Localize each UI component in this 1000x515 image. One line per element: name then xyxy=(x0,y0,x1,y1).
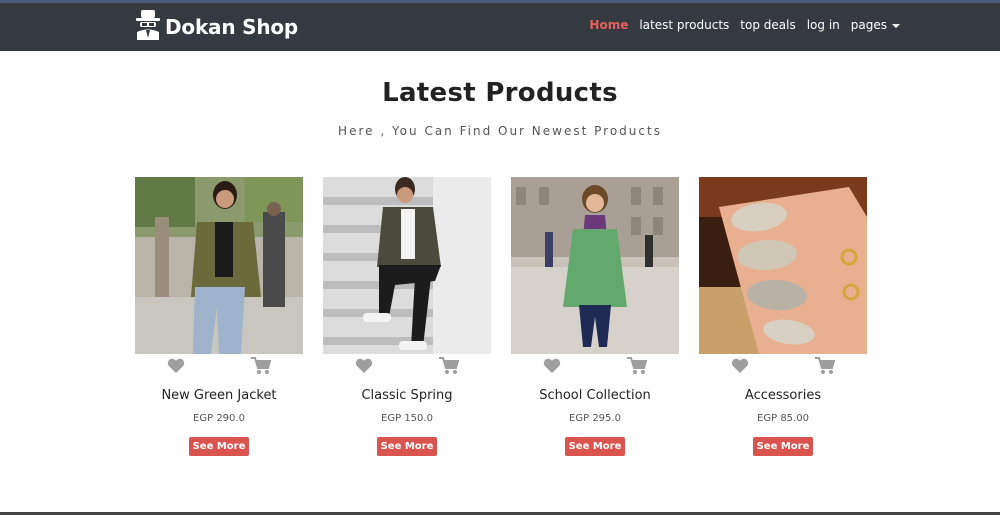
brand-title: Dokan Shop xyxy=(165,15,299,39)
product-card: New Green Jacket EGP 290.0 See More xyxy=(135,177,303,456)
nav-pages-dropdown[interactable]: pages xyxy=(851,18,900,32)
see-more-button[interactable]: See More xyxy=(752,437,814,456)
product-name: Classic Spring xyxy=(361,388,453,403)
card-actions xyxy=(135,354,303,380)
page-title: Latest Products xyxy=(382,78,618,108)
product-card: Classic Spring EGP 150.0 See More xyxy=(323,177,491,456)
nav-top-deals[interactable]: top deals xyxy=(740,18,795,32)
product-price: EGP 85.00 xyxy=(757,413,809,424)
card-actions xyxy=(511,354,679,380)
product-image-nails-rings[interactable] xyxy=(699,177,867,354)
see-more-button[interactable]: See More xyxy=(376,437,438,456)
cart-icon[interactable] xyxy=(251,357,272,379)
product-image-woman-green-jacket[interactable] xyxy=(135,177,303,354)
product-card: Accessories EGP 85.00 See More xyxy=(699,177,867,456)
caret-down-icon xyxy=(892,23,900,28)
product-price: EGP 290.0 xyxy=(193,413,245,424)
heart-icon[interactable] xyxy=(355,358,373,378)
product-card: School Collection EGP 295.0 See More xyxy=(511,177,679,456)
heart-icon[interactable] xyxy=(731,358,749,378)
nav-home[interactable]: Home xyxy=(589,18,628,32)
spy-hat-icon xyxy=(135,10,161,44)
product-image-man-camo-jacket[interactable] xyxy=(323,177,491,354)
product-name: School Collection xyxy=(539,388,651,403)
brand-link[interactable]: Dokan Shop xyxy=(135,9,298,45)
cart-icon[interactable] xyxy=(439,357,460,379)
product-name: New Green Jacket xyxy=(161,388,277,403)
see-more-button[interactable]: See More xyxy=(188,437,250,456)
cart-icon[interactable] xyxy=(815,357,836,379)
cart-icon[interactable] xyxy=(627,357,648,379)
card-actions xyxy=(323,354,491,380)
nav-latest-products[interactable]: latest products xyxy=(639,18,729,32)
product-image-girl-green-coat[interactable] xyxy=(511,177,679,354)
product-price: EGP 295.0 xyxy=(569,413,621,424)
nav-links: Home latest products top deals log in pa… xyxy=(589,18,900,32)
heart-icon[interactable] xyxy=(543,358,561,378)
nav-log-in[interactable]: log in xyxy=(807,18,840,32)
see-more-button[interactable]: See More xyxy=(564,437,626,456)
heart-icon[interactable] xyxy=(167,358,185,378)
product-price: EGP 150.0 xyxy=(381,413,433,424)
nav-pages-label: pages xyxy=(850,18,887,32)
card-actions xyxy=(699,354,867,380)
product-name: Accessories xyxy=(744,388,822,403)
page-subtitle: Here , You Can Find Our Newest Products xyxy=(338,124,662,138)
navbar: Dokan Shop Home latest products top deal… xyxy=(0,0,1000,51)
